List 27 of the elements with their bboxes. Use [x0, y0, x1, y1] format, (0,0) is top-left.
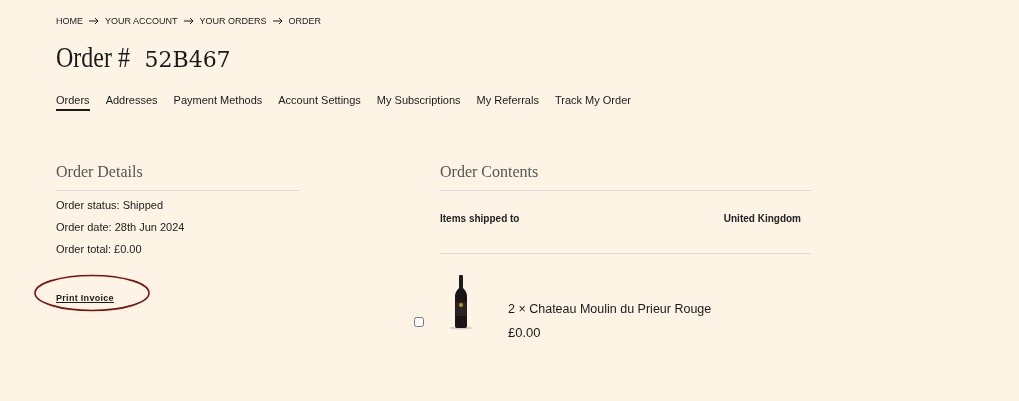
breadcrumb-link[interactable]: YOUR ORDERS [199, 16, 267, 26]
shipped-to-label: Items shipped to [440, 213, 520, 224]
order-info-text: Order date: 28th Jun 2024 [56, 221, 186, 235]
section-heading: Order Contents [440, 163, 540, 182]
page-title: Order # [56, 40, 130, 74]
account-tab[interactable]: Orders [56, 94, 90, 111]
print-invoice-link[interactable]: Print Invoice [56, 293, 114, 303]
breadcrumb-link[interactable]: YOUR ACCOUNT [105, 16, 178, 26]
breadcrumb-link[interactable]: ORDER [288, 16, 322, 26]
arrow-right-icon [272, 17, 283, 25]
account-tab[interactable]: My Subscriptions [376, 94, 461, 111]
arrow-right-icon [183, 17, 194, 25]
order-info-text: Order total: £0.00 [56, 243, 143, 257]
breadcrumb-link[interactable]: HOME [56, 16, 83, 26]
product-price: £0.00 [508, 325, 542, 340]
account-tab[interactable]: Addresses [105, 94, 158, 111]
product-name: 2 × Chateau Moulin du Prieur Rouge [508, 302, 712, 316]
account-tab[interactable]: Payment Methods [173, 94, 263, 111]
arrow-right-icon [89, 17, 99, 25]
order-number: 52B467 [144, 47, 231, 72]
account-tab[interactable]: Track My Order [554, 94, 631, 111]
account-tab[interactable]: My Referrals [476, 94, 539, 111]
order-info-text: Order status: Shipped [56, 199, 164, 213]
account-tab[interactable]: Account Settings [278, 94, 361, 111]
shipped-to-country: United Kingdom [723, 213, 801, 224]
section-heading: Order Details [56, 163, 144, 182]
item-checkbox[interactable] [414, 317, 424, 327]
